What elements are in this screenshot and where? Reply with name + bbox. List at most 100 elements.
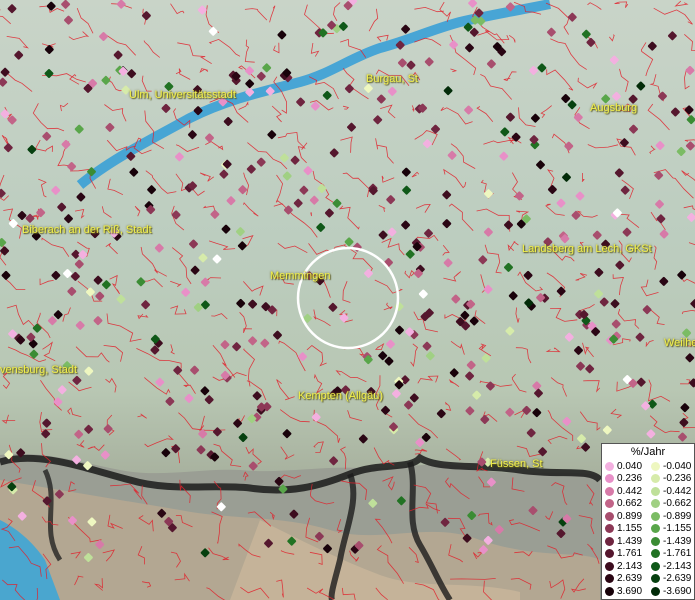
station-marker[interactable] bbox=[478, 255, 488, 265]
station-marker[interactable] bbox=[576, 361, 586, 371]
station-marker[interactable] bbox=[332, 198, 342, 208]
station-marker[interactable] bbox=[567, 100, 577, 110]
station-marker[interactable] bbox=[116, 294, 126, 304]
station-marker[interactable] bbox=[189, 239, 199, 249]
station-marker[interactable] bbox=[680, 403, 690, 413]
station-marker[interactable] bbox=[641, 401, 651, 411]
station-marker[interactable] bbox=[567, 12, 577, 22]
station-marker[interactable] bbox=[449, 368, 459, 378]
station-marker[interactable] bbox=[646, 429, 656, 439]
station-marker[interactable] bbox=[391, 389, 401, 399]
station-marker[interactable] bbox=[3, 143, 13, 153]
station-marker[interactable] bbox=[84, 424, 94, 434]
station-marker[interactable] bbox=[546, 27, 556, 37]
station-marker[interactable] bbox=[504, 220, 514, 230]
station-marker[interactable] bbox=[277, 30, 287, 40]
station-marker[interactable] bbox=[328, 302, 338, 312]
station-marker[interactable] bbox=[592, 230, 602, 240]
station-marker[interactable] bbox=[425, 351, 435, 361]
station-marker[interactable] bbox=[447, 150, 457, 160]
station-marker[interactable] bbox=[647, 41, 657, 51]
station-marker[interactable] bbox=[602, 425, 612, 435]
station-marker[interactable] bbox=[303, 166, 313, 176]
station-marker[interactable] bbox=[181, 287, 191, 297]
station-marker[interactable] bbox=[161, 103, 171, 113]
station-marker[interactable] bbox=[526, 428, 536, 438]
station-marker[interactable] bbox=[642, 305, 652, 315]
station-marker[interactable] bbox=[212, 254, 222, 264]
station-marker[interactable] bbox=[99, 32, 109, 42]
station-marker[interactable] bbox=[223, 117, 233, 127]
station-marker[interactable] bbox=[449, 40, 459, 50]
station-marker[interactable] bbox=[658, 91, 668, 101]
station-marker[interactable] bbox=[679, 418, 689, 428]
station-marker[interactable] bbox=[316, 222, 326, 232]
station-marker[interactable] bbox=[245, 66, 255, 76]
station-marker[interactable] bbox=[472, 390, 482, 400]
station-marker[interactable] bbox=[282, 171, 292, 181]
station-marker[interactable] bbox=[184, 393, 194, 403]
station-marker[interactable] bbox=[611, 319, 621, 329]
station-marker[interactable] bbox=[113, 50, 123, 60]
station-marker[interactable] bbox=[100, 450, 110, 460]
station-marker[interactable] bbox=[685, 353, 695, 363]
station-marker[interactable] bbox=[667, 31, 677, 41]
station-marker[interactable] bbox=[78, 250, 88, 260]
station-marker[interactable] bbox=[329, 148, 339, 158]
station-marker[interactable] bbox=[64, 15, 74, 25]
station-marker[interactable] bbox=[75, 320, 85, 330]
station-marker[interactable] bbox=[523, 270, 533, 280]
station-marker[interactable] bbox=[311, 412, 321, 422]
station-marker[interactable] bbox=[27, 145, 37, 155]
station-marker[interactable] bbox=[161, 448, 171, 458]
station-marker[interactable] bbox=[347, 122, 357, 132]
station-marker[interactable] bbox=[538, 447, 548, 457]
station-marker[interactable] bbox=[378, 230, 388, 240]
station-marker[interactable] bbox=[687, 212, 695, 222]
station-marker[interactable] bbox=[74, 124, 84, 134]
station-marker[interactable] bbox=[252, 391, 262, 401]
station-marker[interactable] bbox=[504, 262, 514, 272]
station-marker[interactable] bbox=[424, 57, 434, 67]
station-marker[interactable] bbox=[594, 267, 604, 277]
station-marker[interactable] bbox=[256, 157, 266, 167]
station-marker[interactable] bbox=[599, 297, 609, 307]
station-marker[interactable] bbox=[676, 147, 686, 157]
station-marker[interactable] bbox=[564, 332, 574, 342]
station-marker[interactable] bbox=[293, 198, 303, 208]
station-marker[interactable] bbox=[387, 86, 397, 96]
station-marker[interactable] bbox=[235, 227, 245, 237]
station-marker[interactable] bbox=[610, 299, 620, 309]
station-marker[interactable] bbox=[205, 133, 215, 143]
station-marker[interactable] bbox=[387, 227, 397, 237]
station-marker[interactable] bbox=[612, 91, 622, 101]
station-marker[interactable] bbox=[296, 97, 306, 107]
station-marker[interactable] bbox=[615, 260, 625, 270]
station-marker[interactable] bbox=[165, 396, 175, 406]
station-marker[interactable] bbox=[577, 434, 587, 444]
station-marker[interactable] bbox=[655, 141, 665, 151]
station-marker[interactable] bbox=[530, 113, 540, 123]
station-marker[interactable] bbox=[190, 265, 200, 275]
station-marker[interactable] bbox=[136, 277, 146, 287]
station-marker[interactable] bbox=[395, 325, 405, 335]
station-marker[interactable] bbox=[219, 169, 229, 179]
station-marker[interactable] bbox=[190, 365, 200, 375]
station-marker[interactable] bbox=[187, 130, 197, 140]
station-marker[interactable] bbox=[635, 332, 645, 342]
station-marker[interactable] bbox=[614, 168, 624, 178]
station-marker[interactable] bbox=[529, 66, 539, 76]
station-marker[interactable] bbox=[483, 284, 493, 294]
station-marker[interactable] bbox=[171, 444, 181, 454]
station-marker[interactable] bbox=[418, 289, 428, 299]
station-marker[interactable] bbox=[282, 429, 292, 439]
station-marker[interactable] bbox=[61, 0, 71, 9]
station-marker[interactable] bbox=[422, 341, 432, 351]
station-marker[interactable] bbox=[0, 77, 8, 87]
station-marker[interactable] bbox=[210, 209, 220, 219]
station-marker[interactable] bbox=[505, 112, 515, 122]
station-marker[interactable] bbox=[684, 105, 694, 115]
station-marker[interactable] bbox=[586, 37, 596, 47]
station-marker[interactable] bbox=[174, 152, 184, 162]
station-marker[interactable] bbox=[594, 289, 604, 299]
